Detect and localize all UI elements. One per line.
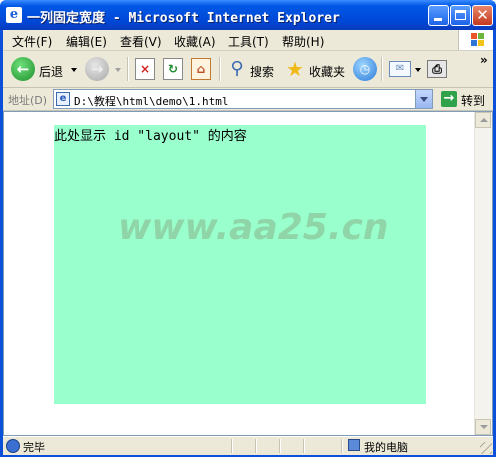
toolbar-separator: [381, 57, 383, 81]
close-icon: ✕: [476, 6, 489, 24]
menu-edit[interactable]: 编辑(E): [66, 33, 107, 50]
mail-button[interactable]: ✉: [387, 55, 421, 83]
forward-arrow-icon: →: [85, 57, 109, 81]
refresh-icon: ↻: [163, 58, 183, 80]
search-icon: ⚲: [230, 58, 244, 79]
maximize-button[interactable]: [450, 5, 471, 26]
status-separator: [341, 439, 343, 453]
back-label: 后退: [39, 65, 64, 79]
status-separator: [303, 439, 305, 453]
toolbar-separator: [219, 57, 221, 81]
window-client: 文件(F) 编辑(E) 查看(V) 收藏(A) 工具(T) 帮助(H) ← 后退…: [3, 30, 493, 455]
status-separator: [231, 439, 233, 453]
menu-favorites[interactable]: 收藏(A): [174, 33, 216, 50]
favorites-label: 收藏夹: [309, 65, 346, 79]
favorites-button[interactable]: ★ 收藏夹: [281, 55, 347, 83]
search-label: 搜索: [250, 65, 275, 79]
status-bar: 完毕 我的电脑: [3, 436, 493, 455]
my-computer-icon: [348, 439, 360, 451]
status-separator: [279, 439, 281, 453]
close-button[interactable]: ✕: [472, 5, 493, 26]
stop-icon: ×: [135, 58, 155, 80]
minimize-button[interactable]: [428, 5, 449, 26]
go-button[interactable]: → 转到: [439, 90, 493, 108]
address-bar: 地址(D) e D:\教程\html\demo\1.html → 转到: [3, 88, 493, 111]
status-text: 完毕: [23, 441, 45, 454]
history-button[interactable]: ◷: [351, 55, 377, 83]
print-button[interactable]: ⎙: [425, 55, 451, 83]
go-label: 转到: [461, 94, 486, 108]
toolbar-overflow-chevron-icon[interactable]: »: [480, 53, 488, 67]
maximize-icon: [455, 10, 466, 20]
address-dropdown-button[interactable]: [415, 90, 432, 108]
watermark: www.aa25.cn: [118, 207, 389, 248]
refresh-button[interactable]: ↻: [161, 55, 185, 83]
back-arrow-icon: ←: [11, 57, 35, 81]
vertical-scrollbar[interactable]: [474, 112, 492, 435]
address-label: 地址(D): [8, 94, 48, 107]
window-title: 一列固定宽度 - Microsoft Internet Explorer: [27, 11, 340, 26]
page-icon: e: [56, 92, 70, 106]
forward-dropdown-icon[interactable]: [115, 68, 121, 72]
home-button[interactable]: ⌂: [189, 55, 215, 83]
browser-window: e 一列固定宽度 - Microsoft Internet Explorer ✕…: [0, 0, 496, 457]
address-value: D:\教程\html\demo\1.html: [74, 95, 229, 108]
minimize-icon: [434, 18, 442, 21]
home-icon: ⌂: [191, 58, 211, 80]
security-zone-text: 我的电脑: [364, 441, 408, 454]
back-button[interactable]: ← 后退: [7, 55, 77, 83]
menu-tools[interactable]: 工具(T): [228, 33, 269, 50]
status-separator: [255, 439, 257, 453]
layout-div: 此处显示 id "layout" 的内容 www.aa25.cn: [54, 125, 426, 404]
back-dropdown-icon[interactable]: [71, 68, 77, 72]
history-icon: ◷: [353, 57, 377, 81]
search-button[interactable]: ⚲ 搜索: [223, 55, 279, 83]
favorites-star-icon: ★: [286, 57, 304, 81]
mail-dropdown-icon[interactable]: [415, 68, 421, 72]
mail-icon: ✉: [389, 61, 411, 77]
scroll-down-button[interactable]: [475, 419, 491, 435]
stop-button[interactable]: ×: [133, 55, 157, 83]
toolbar-separator: [127, 57, 129, 81]
menu-view[interactable]: 查看(V): [120, 33, 162, 50]
resize-grip-icon[interactable]: [480, 442, 492, 454]
forward-button[interactable]: →: [83, 55, 123, 83]
page-done-icon: [6, 439, 20, 453]
address-input[interactable]: e D:\教程\html\demo\1.html: [53, 89, 433, 109]
windows-logo-icon: [458, 30, 493, 50]
go-arrow-icon: →: [441, 91, 457, 107]
page-viewport[interactable]: 此处显示 id "layout" 的内容 www.aa25.cn: [3, 111, 493, 436]
printer-icon: ⎙: [427, 60, 447, 78]
title-bar[interactable]: e 一列固定宽度 - Microsoft Internet Explorer ✕: [0, 0, 496, 30]
scroll-up-button[interactable]: [475, 112, 491, 128]
menu-help[interactable]: 帮助(H): [282, 33, 324, 50]
menu-bar: 文件(F) 编辑(E) 查看(V) 收藏(A) 工具(T) 帮助(H): [3, 30, 493, 51]
menu-file[interactable]: 文件(F): [12, 33, 52, 50]
standard-toolbar: ← 后退 → × ↻ ⌂ ⚲ 搜索 ★ 收藏夹 ◷ ✉ ⎙ »: [3, 51, 493, 88]
layout-content-text: 此处显示 id "layout" 的内容: [54, 129, 247, 144]
ie-page-icon: e: [6, 7, 22, 23]
